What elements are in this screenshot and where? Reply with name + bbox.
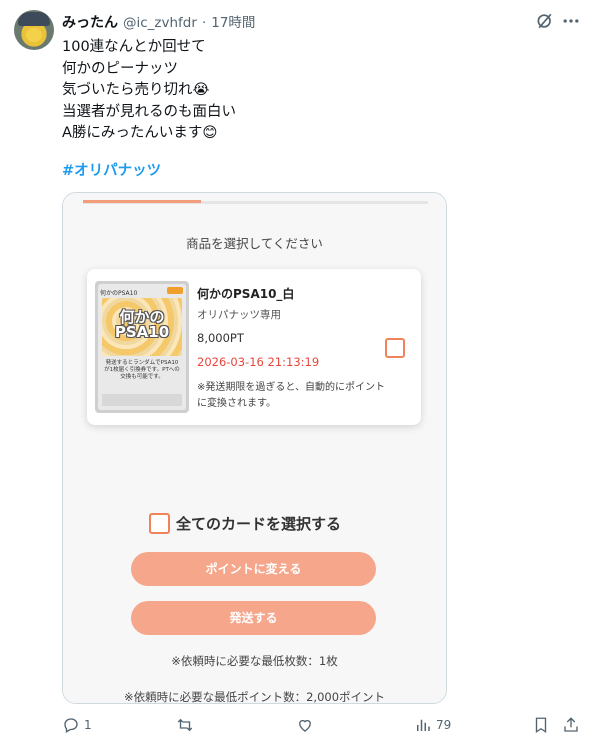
convert-points-button[interactable]: ポイントに変える <box>131 552 376 586</box>
product-price: 8,000PT <box>197 331 244 345</box>
post-line: 100連なんとか回せて <box>62 39 206 55</box>
more-icon[interactable] <box>561 11 581 31</box>
separator-dot: · <box>201 15 207 31</box>
product-checkbox[interactable] <box>385 338 405 358</box>
product-thumbnail: 何かのPSA10 何かの PSA10 発送するとランダムでPSA10が1枚届く引… <box>95 281 189 413</box>
retweet-button[interactable] <box>176 716 198 734</box>
min-cards-note: ※依頼時に必要な最低枚数：1枚 <box>171 654 338 668</box>
like-button[interactable] <box>296 716 318 734</box>
reply-icon <box>64 718 78 733</box>
bookmark-button[interactable] <box>532 716 550 734</box>
post-header: みったん @ic_zvhfdr · 17時間 <box>62 11 255 32</box>
avatar-hat <box>18 12 50 26</box>
grok-icon[interactable] <box>535 11 555 31</box>
post-line: 当選者が見れるのも面白い <box>62 103 236 120</box>
ship-button[interactable]: 発送する <box>131 601 376 635</box>
thumbnail-text: 発送するとランダムでPSA10が1枚届く引換券です。PTへの交換も可能です。 <box>104 360 180 380</box>
product-card[interactable]: 何かのPSA10 何かの PSA10 発送するとランダムでPSA10が1枚届く引… <box>87 269 421 425</box>
thumbnail-title-line: PSA10 <box>114 323 170 341</box>
product-subtitle: オリパナッツ専用 <box>197 309 281 321</box>
reply-count: 1 <box>84 718 92 732</box>
product-name: 何かのPSA10_白 <box>197 287 295 301</box>
reply-button[interactable]: 1 <box>62 716 92 734</box>
post-body: 100連なんとか回せて 何かのピーナッツ 気づいたら売り切れ😭 当選者が見れるの… <box>62 37 236 145</box>
thumbnail-label: 何かのPSA10 <box>100 290 138 297</box>
views-button[interactable]: 79 <box>414 716 451 734</box>
thumbnail-footer <box>102 394 182 406</box>
product-deadline: 2026-03-16 21:13:19 <box>197 355 320 369</box>
post-line: A勝にみったんいます😊 <box>62 125 218 141</box>
select-all-checkbox[interactable] <box>149 513 170 534</box>
post-line: 何かのピーナッツ <box>62 60 178 77</box>
heart-icon <box>299 719 311 732</box>
thumbnail-title: 何かの PSA10 <box>102 310 182 340</box>
thumbnail-card: 何かのPSA10 何かの PSA10 発送するとランダムでPSA10が1枚届く引… <box>98 284 186 410</box>
views-icon <box>417 719 430 731</box>
select-all[interactable]: 全てのカードを選択する <box>149 513 341 534</box>
action-bar: 1 79 <box>0 716 594 740</box>
share-button[interactable] <box>562 716 580 734</box>
author-handle[interactable]: @ic_zvhfdr <box>123 15 197 31</box>
select-all-label: 全てのカードを選択する <box>176 515 342 533</box>
author-name[interactable]: みったん <box>62 12 118 32</box>
select-title: 商品を選択してください <box>186 236 323 251</box>
bookmark-icon <box>535 717 547 734</box>
hashtag-link[interactable]: #オリパナッツ <box>62 159 161 180</box>
avatar-face <box>26 28 42 42</box>
avatar[interactable] <box>14 10 54 50</box>
tab-indicator <box>83 200 201 203</box>
min-points-note: ※依頼時に必要な最低ポイント数：2,000ポイント <box>123 690 386 704</box>
app-screen: 商品を選択してください 何かのPSA10 何かの PSA10 発送するとランダム… <box>63 193 446 703</box>
views-count: 79 <box>436 718 452 732</box>
post-media[interactable]: 商品を選択してください 何かのPSA10 何かの PSA10 発送するとランダム… <box>62 192 447 704</box>
share-icon <box>564 717 578 732</box>
post-line: 気づいたら売り切れ😭 <box>62 82 210 98</box>
retweet-icon <box>177 718 193 732</box>
product-note: ※発送期限を過ぎると、自動的にポイントに変換されます。 <box>197 382 385 409</box>
thumbnail-logo <box>167 287 183 294</box>
post-time[interactable]: 17時間 <box>211 11 255 31</box>
